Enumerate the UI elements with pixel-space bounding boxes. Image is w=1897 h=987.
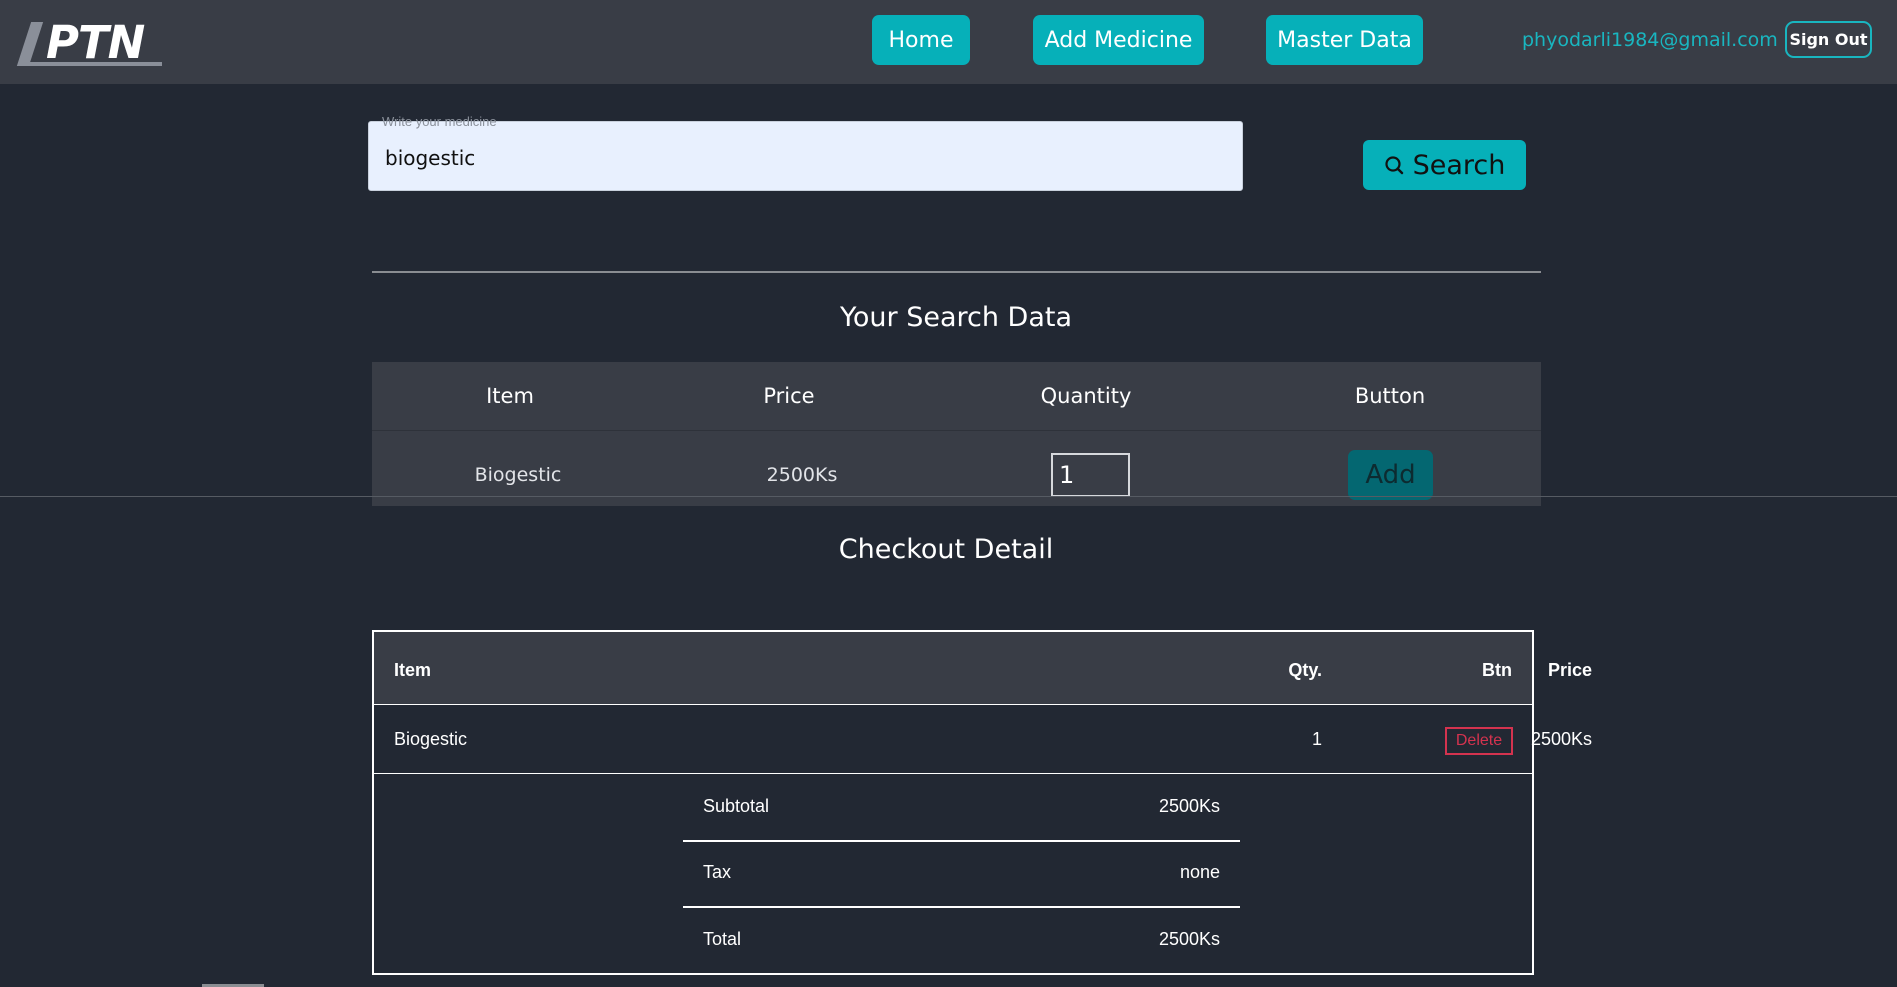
search-results-title: Your Search Data [839,302,1073,333]
search-icon [1385,156,1403,175]
page: PTN Home Add Medicine Master Data phyoda… [0,0,1897,987]
checkout-title: Checkout Detail [838,534,1054,565]
medicine-search-field[interactable]: Write your medicine [368,114,1243,191]
add-medicine-button[interactable]: Add Medicine [1033,15,1204,65]
tax-label: Tax [703,862,732,882]
checkout-header-item: Item [394,660,432,680]
logo[interactable]: PTN [16,14,166,70]
tax-value: none [1179,862,1220,882]
result-item-name: Biogestic [474,464,562,486]
subtotal-label: Subtotal [703,796,770,816]
medicine-search-input[interactable] [385,144,1225,172]
page-separator-line [0,496,1897,497]
subtotal-row: Subtotal 2500Ks [683,774,1240,840]
total-row: Total 2500Ks [683,907,1240,973]
search-legend: Write your medicine [382,114,497,129]
checkout-row: Biogestic 1 2500Ks Delete [374,705,1592,774]
search-button[interactable]: Search [1363,140,1526,190]
sign-out-button[interactable]: Sign Out [1785,21,1872,58]
logo-slash [16,22,44,66]
checkout-header-btn: Btn [1482,660,1512,680]
divider [372,271,1541,273]
column-header-item: Item [486,384,534,408]
subtotal-value: 2500Ks [1158,796,1220,816]
search-results-table: Item Price Quantity Button Biogestic 250… [372,362,1541,506]
delete-button[interactable]: Delete [1445,727,1513,755]
checkout-header-row: Item Qty. Price Btn [374,632,1592,705]
add-to-cart-button[interactable]: Add [1348,450,1433,500]
checkout-header-qty: Qty. [1288,660,1322,680]
user-email: phyodarli1984@gmail.com [1522,29,1778,51]
home-button[interactable]: Home [872,15,970,65]
navbar: PTN Home Add Medicine Master Data phyoda… [0,0,1897,84]
column-header-quantity: Quantity [1040,384,1132,408]
table-header-separator [372,430,1541,431]
checkout-table: Item Qty. Price Btn Biogestic 1 2500Ks D… [372,630,1592,975]
master-data-button[interactable]: Master Data [1266,15,1423,65]
result-item-price: 2500Ks [766,464,838,486]
column-header-button: Button [1354,384,1426,408]
logo-underline [26,62,162,66]
tax-row: Tax none [683,840,1240,906]
total-value: 2500Ks [1158,929,1220,949]
checkout-item-name: Biogestic [394,729,468,749]
quantity-input[interactable] [1051,453,1130,497]
total-label: Total [703,929,742,949]
checkout-item-qty: 1 [1311,729,1322,749]
column-header-price: Price [763,384,815,408]
search-button-label: Search [1412,149,1506,181]
